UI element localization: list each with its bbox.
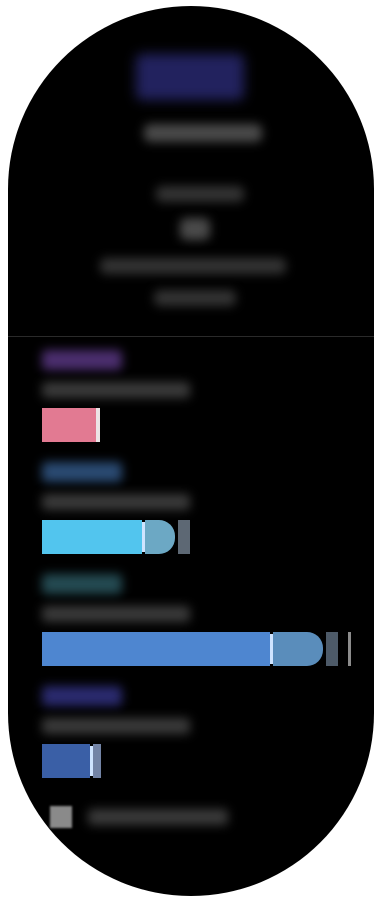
stage-bar-1	[42, 408, 372, 442]
stage-label-4	[42, 686, 122, 706]
stage-sub-4	[42, 718, 190, 734]
stage-bar-end-4	[93, 744, 101, 778]
stage-sub-1	[42, 382, 190, 398]
stage-bar-fill-4	[42, 744, 90, 778]
header-detail-2	[154, 290, 236, 306]
stage-sub-2	[42, 494, 190, 510]
header-value	[180, 218, 210, 240]
header-detail-1	[100, 258, 286, 274]
stage-bar-end-3	[326, 632, 338, 666]
watch-screen	[8, 6, 374, 896]
stage-bar-fill-1	[42, 408, 96, 442]
stage-bar-fill-3	[42, 632, 270, 666]
stage-bar-3	[42, 632, 372, 666]
stage-bar-4	[42, 744, 372, 778]
header-subtitle	[156, 186, 244, 202]
stage-bar-range-2	[145, 520, 175, 554]
stage-bar-marker-3	[348, 632, 351, 666]
section-divider	[8, 336, 374, 337]
stage-bar-range-3	[273, 632, 323, 666]
stage-bar-fill-2	[42, 520, 142, 554]
legend-swatch	[50, 806, 72, 828]
stage-label-1	[42, 350, 122, 370]
stage-label-3	[42, 574, 122, 594]
legend-label	[88, 809, 228, 825]
stage-label-2	[42, 462, 122, 482]
header-badge	[136, 54, 244, 100]
stage-bar-end-1	[96, 408, 100, 442]
stage-bar-2	[42, 520, 372, 554]
stage-sub-3	[42, 606, 190, 622]
header-title	[144, 124, 262, 142]
stage-bar-end-2	[178, 520, 190, 554]
